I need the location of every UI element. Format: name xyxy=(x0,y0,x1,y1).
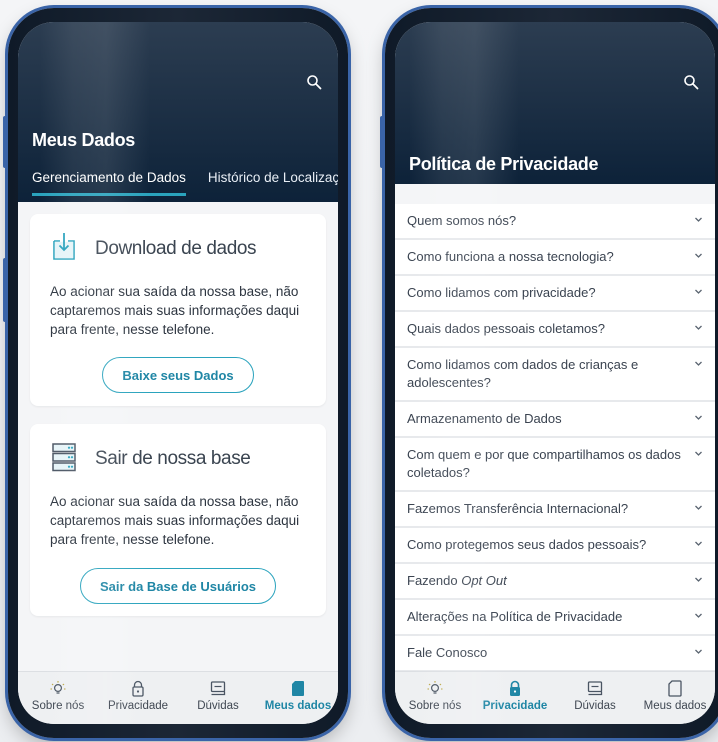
nav-label: Meus dados xyxy=(264,700,332,712)
faq-item-label: Fazendo Opt Out xyxy=(407,573,507,588)
nav-item-meus-dados[interactable]: Meus dados xyxy=(635,672,715,724)
faq-item-label: Com quem e por que compartilhamos os dad… xyxy=(407,447,681,480)
faq-item-label: Fazemos Transferência Internacional? xyxy=(407,501,629,516)
faq-item[interactable]: Como lidamos com dados de crianças e ado… xyxy=(395,348,715,402)
tab-data-management[interactable]: Gerenciamento de Dados xyxy=(32,170,186,196)
screen-right: Política de Privacidade Quem somos nós? C… xyxy=(395,22,715,724)
main-content: Download de dados Ao acionar sua saída d… xyxy=(18,202,338,672)
faq-list: Quem somos nós? Como funciona a nossa tec… xyxy=(395,204,715,672)
phone-left: Meus Dados Gerenciamento de Dados Históri… xyxy=(3,8,348,738)
nav-item-privacidade[interactable]: Privacidade xyxy=(475,672,555,724)
nav-item-duvidas[interactable]: Dúvidas xyxy=(555,672,635,724)
download-card: Download de dados Ao acionar sua saída d… xyxy=(30,214,326,406)
faq-content: Quem somos nós? Como funciona a nossa tec… xyxy=(395,190,715,672)
chevron-down-icon[interactable] xyxy=(694,449,703,458)
tab-location-history[interactable]: Histórico de Localizaçã xyxy=(208,170,338,193)
sd-card-icon xyxy=(668,680,682,697)
header: Política de Privacidade xyxy=(395,22,715,184)
chevron-down-icon[interactable] xyxy=(694,539,703,548)
nav-item-duvidas[interactable]: Dúvidas xyxy=(178,672,258,724)
nav-label: Sobre nós xyxy=(408,700,462,712)
exit-card: Sair de nossa base Ao acionar sua saída … xyxy=(30,424,326,616)
chevron-down-icon[interactable] xyxy=(694,323,703,332)
lightbulb-icon xyxy=(50,681,66,694)
chat-icon xyxy=(210,681,226,696)
exit-base-button[interactable]: Sair da Base de Usuários xyxy=(80,568,276,604)
bottom-nav: Sobre nós Privacidade Dúvidas Meus dados xyxy=(395,671,715,724)
faq-item-label: Alterações na Política de Privacidade xyxy=(407,609,623,624)
nav-item-privacidade[interactable]: Privacidade xyxy=(98,672,178,724)
faq-item[interactable]: Com quem e por que compartilhamos os dad… xyxy=(395,438,715,492)
faq-item[interactable]: Fazemos Transferência Internacional? xyxy=(395,492,715,528)
chevron-down-icon[interactable] xyxy=(694,251,703,260)
power-button xyxy=(3,258,7,322)
chevron-down-icon[interactable] xyxy=(694,503,703,512)
chevron-down-icon[interactable] xyxy=(694,287,703,296)
search-icon[interactable] xyxy=(306,74,322,90)
download-icon xyxy=(53,233,75,260)
faq-item[interactable]: Armazenamento de Dados xyxy=(395,402,715,438)
download-card-title: Download de dados xyxy=(95,238,257,259)
nav-item-meus-dados[interactable]: Meus dados xyxy=(258,672,338,724)
volume-button xyxy=(3,116,7,168)
faq-item-label: Quais dados pessoais coletamos? xyxy=(407,321,606,336)
faq-item[interactable]: Fazendo Opt Out xyxy=(395,564,715,600)
nav-label: Privacidade xyxy=(482,700,548,712)
faq-item-label: Como protegemos seus dados pessoais? xyxy=(407,537,647,552)
chat-icon xyxy=(587,681,603,696)
faq-item[interactable]: Quem somos nós? xyxy=(395,204,715,240)
nav-label: Privacidade xyxy=(107,700,169,712)
header: Meus Dados Gerenciamento de Dados Históri… xyxy=(18,22,338,202)
nav-label: Sobre nós xyxy=(31,700,85,712)
faq-item-label: Fale Conosco xyxy=(407,645,488,660)
faq-item[interactable]: Como funciona a nossa tecnologia? xyxy=(395,240,715,276)
download-data-button[interactable]: Baixe seus Dados xyxy=(102,357,254,393)
chevron-down-icon[interactable] xyxy=(694,575,703,584)
faq-item[interactable]: Como lidamos com privacidade? xyxy=(395,276,715,312)
sd-card-icon xyxy=(292,681,304,696)
chevron-down-icon[interactable] xyxy=(694,611,703,620)
bottom-nav: Sobre nós Privacidade Dúvidas Meus dados xyxy=(18,671,338,724)
volume-button xyxy=(380,116,384,168)
page-title: Meus Dados xyxy=(32,130,136,150)
exit-card-title: Sair de nossa base xyxy=(95,448,251,469)
exit-card-text: Ao acionar sua saída da nossa base, não … xyxy=(50,494,300,547)
nav-label: Dúvidas xyxy=(197,700,239,712)
faq-item[interactable]: Como protegemos seus dados pessoais? xyxy=(395,528,715,564)
chevron-down-icon[interactable] xyxy=(694,359,703,368)
opt-out-emphasis: Opt Out xyxy=(461,573,507,588)
chevron-down-icon[interactable] xyxy=(694,647,703,656)
download-card-text: Ao acionar sua saída da nossa base, não … xyxy=(50,284,300,337)
page-title: Política de Privacidade xyxy=(409,154,599,174)
faq-item-label: Armazenamento de Dados xyxy=(407,411,562,426)
server-icon xyxy=(52,443,76,472)
lock-icon xyxy=(132,680,144,697)
faq-item-label: Como lidamos com privacidade? xyxy=(407,285,596,300)
chevron-down-icon[interactable] xyxy=(694,215,703,224)
faq-item-label: Quem somos nós? xyxy=(407,213,517,228)
nav-item-sobre-nos[interactable]: Sobre nós xyxy=(18,672,98,724)
phone-right: Política de Privacidade Quem somos nós? C… xyxy=(380,8,718,738)
faq-item-label: Como funciona a nossa tecnologia? xyxy=(407,249,614,264)
faq-item[interactable]: Fale Conosco xyxy=(395,636,715,672)
tab-bar: Gerenciamento de Dados Histórico de Local… xyxy=(32,170,338,196)
faq-item[interactable]: Quais dados pessoais coletamos? xyxy=(395,312,715,348)
search-icon[interactable] xyxy=(683,74,699,90)
lightbulb-icon xyxy=(427,681,443,694)
chevron-down-icon[interactable] xyxy=(694,413,703,422)
screen-left: Meus Dados Gerenciamento de Dados Históri… xyxy=(18,22,338,724)
nav-item-sobre-nos[interactable]: Sobre nós xyxy=(395,672,475,724)
lock-icon xyxy=(510,680,520,696)
nav-label: Dúvidas xyxy=(574,700,616,712)
faq-item-label: Como lidamos com dados de crianças e ado… xyxy=(407,357,639,390)
faq-item[interactable]: Alterações na Política de Privacidade xyxy=(395,600,715,636)
nav-label: Meus dados xyxy=(643,700,707,712)
